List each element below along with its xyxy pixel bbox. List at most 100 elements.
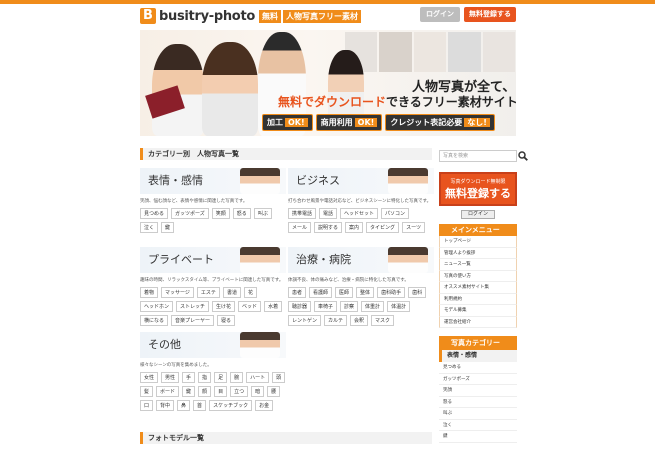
tag[interactable]: カルテ (324, 315, 348, 326)
site-logo[interactable]: B busitry-photo 無料 人物写真フリー素材 (140, 8, 361, 24)
tag[interactable]: ガッツポーズ (171, 208, 209, 219)
tag[interactable]: マッサージ (161, 287, 194, 298)
hero-banner[interactable]: 人物写真が全て、 無料でダウンロードできるフリー素材サイト 加工 OK! 商用利用… (140, 30, 516, 136)
tag[interactable]: 整体 (356, 287, 375, 298)
category-title-link[interactable]: その他 (140, 332, 286, 358)
search-icon[interactable] (518, 151, 528, 161)
search-input[interactable]: 写真を検索 (439, 150, 528, 162)
tag[interactable]: スーツ (402, 222, 425, 233)
tag[interactable]: 生け花 (212, 301, 236, 312)
tag[interactable]: 腕 (230, 372, 244, 383)
tag[interactable]: 会釈 (350, 315, 369, 326)
tag[interactable]: 鍵 (161, 222, 175, 233)
tag[interactable]: 寝る (217, 315, 236, 326)
badge-text: クレジット表記必要 (390, 118, 463, 127)
tag[interactable]: 歯科 (408, 287, 427, 298)
tag[interactable]: 車椅子 (314, 301, 338, 312)
tag[interactable]: ストレッチ (176, 301, 210, 312)
tag[interactable]: 説明する (314, 222, 343, 233)
tag[interactable]: タイピング (366, 222, 400, 233)
category-card-expression: 表情・感情 笑顔、悩む顔など、表情や感情に関連した写真です。 見つめる ガッツポ… (140, 168, 286, 233)
tag[interactable]: パソコン (381, 208, 410, 219)
tag[interactable]: 着物 (140, 287, 159, 298)
tag[interactable]: メール (288, 222, 312, 233)
tag[interactable]: 目 (214, 386, 228, 397)
hero-highlight: 無料でダウンロード (278, 95, 387, 109)
tag[interactable]: 看護師 (309, 287, 333, 298)
tag[interactable]: 花 (243, 287, 257, 298)
tag[interactable]: ヘッドセット (340, 208, 379, 219)
menu-item[interactable]: オススメ素材サイト集 (439, 282, 517, 294)
tag[interactable]: 鍵 (182, 386, 196, 397)
tag[interactable]: 足 (214, 372, 228, 383)
tag[interactable]: 髪 (140, 386, 154, 397)
tag[interactable]: スケッチブック (209, 400, 253, 411)
photo-category-item[interactable]: 泣く (439, 420, 517, 431)
login-button[interactable]: ログイン (420, 7, 460, 22)
menu-item[interactable]: ニュース一覧 (439, 259, 517, 271)
tag[interactable]: エステ (196, 287, 220, 298)
tag[interactable]: 横になる (140, 315, 169, 326)
photo-category-item[interactable]: 見つめる (439, 362, 517, 374)
category-thumb (240, 168, 280, 194)
photo-category-item[interactable]: 鍵 (439, 431, 517, 443)
menu-item[interactable]: 利用規約 (439, 293, 517, 305)
category-title-link[interactable]: プライベート (140, 247, 286, 273)
tag[interactable]: ヘッドホン (140, 301, 174, 312)
tag[interactable]: 患者 (288, 287, 307, 298)
tag[interactable]: 聴診器 (288, 301, 312, 312)
photo-category-subheading[interactable]: 表情・感情 (439, 350, 517, 362)
tag[interactable]: 音楽プレーヤー (171, 315, 215, 326)
tag[interactable]: 笑顔 (211, 208, 230, 219)
tag[interactable]: 背中 (156, 400, 175, 411)
tag[interactable]: 怒る (232, 208, 251, 219)
category-title-link[interactable]: 治療・病院 (288, 247, 434, 273)
tag[interactable]: ベッド (238, 301, 262, 312)
tag[interactable]: マスク (371, 315, 395, 326)
tag[interactable]: 歯科助手 (377, 287, 406, 298)
tag[interactable]: ハート (246, 372, 270, 383)
tag[interactable]: 首 (193, 400, 207, 411)
tag[interactable]: 腰 (267, 386, 281, 397)
photo-category-item[interactable]: 叫ぶ (439, 408, 517, 420)
tag[interactable]: 医師 (335, 287, 354, 298)
tag[interactable]: お金 (255, 400, 274, 411)
menu-item[interactable]: トップページ (439, 236, 517, 248)
tag[interactable]: レントゲン (288, 315, 322, 326)
tag[interactable]: 書道 (222, 287, 241, 298)
photo-category-item[interactable]: ガッツポーズ (439, 374, 517, 385)
tag[interactable]: 電話 (319, 208, 338, 219)
tag[interactable]: 男性 (161, 372, 180, 383)
tag[interactable]: 案内 (345, 222, 364, 233)
menu-item[interactable]: 運営会社紹介 (439, 316, 517, 328)
main-menu-heading: メインメニュー (439, 224, 517, 236)
tag[interactable]: 水着 (264, 301, 283, 312)
menu-item[interactable]: モデル募集 (439, 305, 517, 317)
tag[interactable]: 鼻 (177, 400, 191, 411)
register-button[interactable]: 無料登録する (464, 7, 516, 22)
sidebar-register-button[interactable]: 写真ダウンロード無制限 無料登録する (439, 172, 517, 206)
tag[interactable]: 手 (182, 372, 196, 383)
tag[interactable]: 泣く (140, 222, 159, 233)
tag[interactable]: 見つめる (140, 208, 169, 219)
tag[interactable]: ボード (156, 386, 180, 397)
menu-item[interactable]: 管理人より挨拶 (439, 247, 517, 259)
tag[interactable]: 口 (140, 400, 154, 411)
menu-item[interactable]: 写真の使い方 (439, 270, 517, 282)
tag[interactable]: 体温計 (387, 301, 411, 312)
tag[interactable]: 診察 (340, 301, 359, 312)
tag[interactable]: 立つ (230, 386, 249, 397)
tag[interactable]: 指 (198, 372, 212, 383)
tag[interactable]: 暗 (251, 386, 265, 397)
tag[interactable]: 顔 (198, 386, 212, 397)
tag[interactable]: 女性 (140, 372, 159, 383)
sidebar-login-button[interactable]: ログイン (461, 210, 495, 219)
tag[interactable]: 頭 (272, 372, 286, 383)
photo-category-item[interactable]: 笑顔 (439, 385, 517, 397)
photo-category-item[interactable]: 怒る (439, 397, 517, 408)
category-title-link[interactable]: 表情・感情 (140, 168, 286, 194)
category-title-link[interactable]: ビジネス (288, 168, 434, 194)
tag[interactable]: 体重計 (361, 301, 385, 312)
tag[interactable]: 携帯電話 (288, 208, 317, 219)
tag[interactable]: 叫ぶ (253, 208, 272, 219)
